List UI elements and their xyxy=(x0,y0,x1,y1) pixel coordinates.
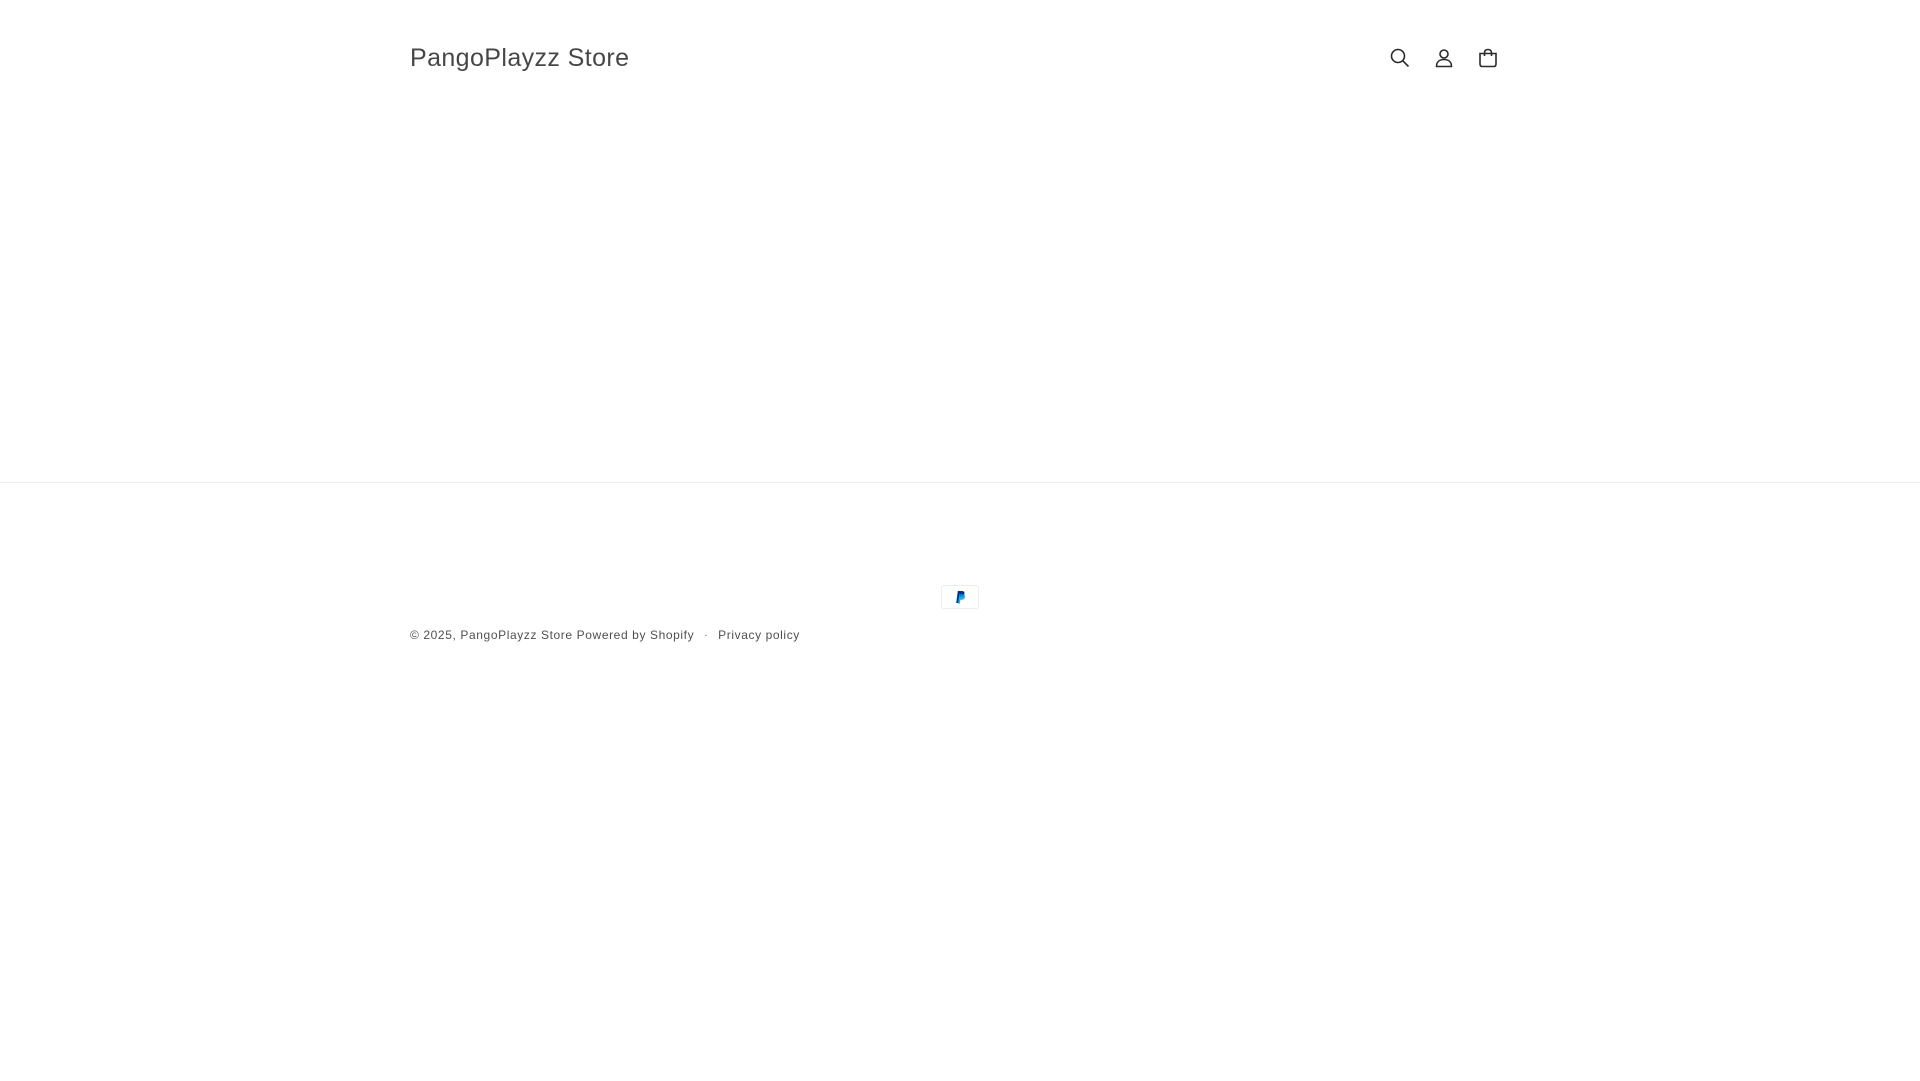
site-footer: © 2025, PangoPlayzz Store Powered by Sho… xyxy=(0,482,1920,1081)
main-content xyxy=(0,116,1920,482)
cart-icon xyxy=(1479,48,1497,68)
cart-button[interactable] xyxy=(1466,36,1510,80)
payment-icon-paypal xyxy=(941,585,979,609)
site-header: PangoPlayzz Store xyxy=(0,0,1920,116)
paypal-icon xyxy=(956,591,966,604)
header-inner: PangoPlayzz Store xyxy=(410,0,1510,116)
store-logo-link[interactable]: PangoPlayzz Store xyxy=(410,44,629,73)
account-icon xyxy=(1435,49,1453,68)
search-icon xyxy=(1390,48,1410,68)
copyright-prefix: © 2025, xyxy=(410,628,457,642)
privacy-policy-link[interactable]: Privacy policy xyxy=(718,628,800,642)
account-button[interactable] xyxy=(1422,36,1466,80)
store-link[interactable]: PangoPlayzz Store xyxy=(460,628,572,642)
separator: · xyxy=(704,629,709,641)
header-icons xyxy=(1378,36,1510,80)
copyright: © 2025, PangoPlayzz Store Powered by Sho… xyxy=(410,628,800,642)
powered-by-shopify-link[interactable]: Powered by Shopify xyxy=(577,628,695,642)
search-button[interactable] xyxy=(1378,36,1422,80)
